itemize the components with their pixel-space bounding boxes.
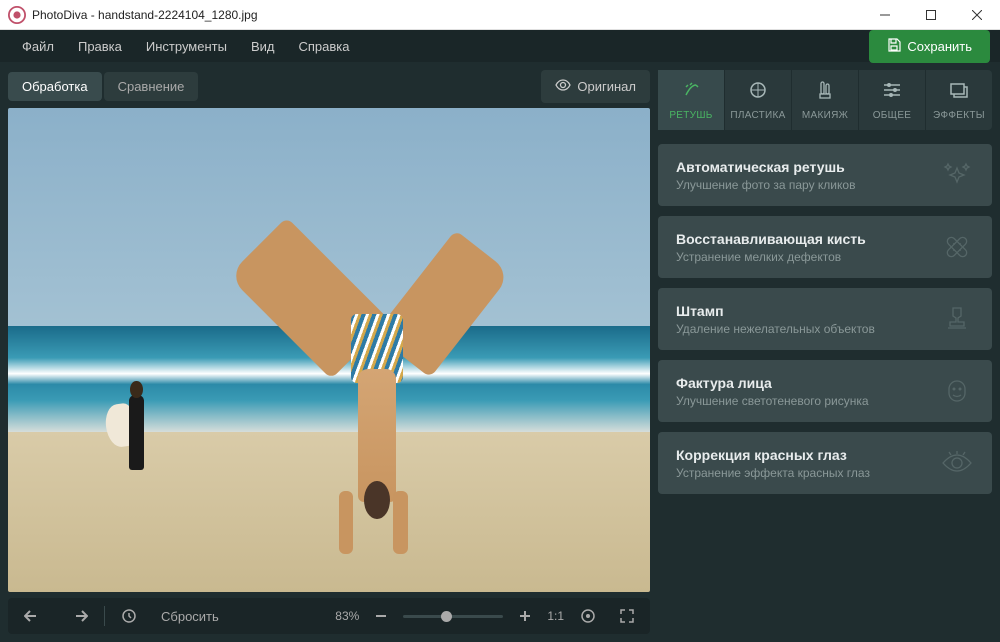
card-stamp-sub: Удаление нежелательных объектов bbox=[676, 322, 940, 336]
menu-bar: Файл Правка Инструменты Вид Справка Сохр… bbox=[0, 30, 1000, 62]
eye-icon bbox=[555, 77, 571, 96]
card-red-eye[interactable]: Коррекция красных глаз Устранение эффект… bbox=[658, 432, 992, 494]
tooltab-retouch[interactable]: РЕТУШЬ bbox=[658, 70, 725, 130]
history-button[interactable] bbox=[113, 602, 145, 630]
sliders-icon bbox=[881, 79, 903, 106]
window-title: PhotoDiva - handstand-2224104_1280.jpg bbox=[32, 8, 862, 22]
menu-file[interactable]: Файл bbox=[10, 31, 66, 62]
minimize-button[interactable] bbox=[862, 0, 908, 30]
card-stamp-title: Штамп bbox=[676, 303, 940, 319]
retouch-icon bbox=[680, 79, 702, 106]
tooltab-effects[interactable]: ЭФФЕКТЫ bbox=[926, 70, 992, 130]
makeup-icon bbox=[814, 79, 836, 106]
zoom-slider[interactable] bbox=[403, 615, 503, 618]
plastic-icon bbox=[747, 79, 769, 106]
red-eye-icon bbox=[940, 446, 974, 480]
image-viewport[interactable] bbox=[8, 108, 650, 592]
menu-tools[interactable]: Инструменты bbox=[134, 31, 239, 62]
card-auto-retouch-sub: Улучшение фото за пару кликов bbox=[676, 178, 940, 192]
stamp-icon bbox=[940, 302, 974, 336]
ratio-label[interactable]: 1:1 bbox=[547, 609, 564, 623]
tab-compare[interactable]: Сравнение bbox=[104, 72, 199, 101]
tooltab-retouch-label: РЕТУШЬ bbox=[669, 110, 712, 121]
tooltab-general[interactable]: ОБЩЕЕ bbox=[859, 70, 926, 130]
tooltab-effects-label: ЭФФЕКТЫ bbox=[933, 110, 985, 121]
tooltab-plastic-label: ПЛАСТИКА bbox=[730, 110, 785, 121]
card-healing-brush-sub: Устранение мелких дефектов bbox=[676, 250, 940, 264]
zoom-in-button[interactable] bbox=[511, 604, 539, 628]
card-red-eye-title: Коррекция красных глаз bbox=[676, 447, 940, 463]
maximize-button[interactable] bbox=[908, 0, 954, 30]
redo-button[interactable] bbox=[60, 603, 96, 629]
zoom-slider-handle[interactable] bbox=[441, 611, 452, 622]
zoom-value: 83% bbox=[335, 609, 359, 623]
edited-image bbox=[8, 108, 650, 592]
save-label: Сохранить bbox=[907, 39, 972, 54]
app-logo-icon bbox=[8, 6, 26, 24]
close-button[interactable] bbox=[954, 0, 1000, 30]
menu-edit[interactable]: Правка bbox=[66, 31, 134, 62]
save-button[interactable]: Сохранить bbox=[869, 30, 990, 63]
tooltab-general-label: ОБЩЕЕ bbox=[873, 110, 912, 121]
undo-button[interactable] bbox=[16, 603, 52, 629]
fit-screen-button[interactable] bbox=[572, 602, 604, 630]
card-face-texture[interactable]: Фактура лица Улучшение светотеневого рис… bbox=[658, 360, 992, 422]
card-face-texture-title: Фактура лица bbox=[676, 375, 940, 391]
card-face-texture-sub: Улучшение светотеневого рисунка bbox=[676, 394, 940, 408]
menu-view[interactable]: Вид bbox=[239, 31, 287, 62]
show-original-button[interactable]: Оригинал bbox=[541, 70, 650, 103]
window-controls bbox=[862, 0, 1000, 30]
bottom-toolbar: Сбросить 83% 1:1 bbox=[8, 598, 650, 634]
bandage-icon bbox=[940, 230, 974, 264]
sparkle-icon bbox=[940, 158, 974, 192]
menu-help[interactable]: Справка bbox=[286, 31, 361, 62]
save-icon bbox=[887, 38, 901, 55]
card-auto-retouch[interactable]: Автоматическая ретушь Улучшение фото за … bbox=[658, 144, 992, 206]
tooltab-makeup-label: МАКИЯЖ bbox=[802, 110, 848, 121]
original-label: Оригинал bbox=[577, 79, 636, 94]
tooltab-makeup[interactable]: МАКИЯЖ bbox=[792, 70, 859, 130]
window-titlebar: PhotoDiva - handstand-2224104_1280.jpg bbox=[0, 0, 1000, 30]
card-stamp[interactable]: Штамп Удаление нежелательных объектов bbox=[658, 288, 992, 350]
tool-tabs: РЕТУШЬ ПЛАСТИКА МАКИЯЖ ОБЩЕЕ ЭФФЕКТЫ bbox=[658, 70, 992, 130]
effects-icon bbox=[948, 79, 970, 106]
zoom-out-button[interactable] bbox=[367, 604, 395, 628]
fullscreen-button[interactable] bbox=[612, 603, 642, 629]
tooltab-plastic[interactable]: ПЛАСТИКА bbox=[725, 70, 792, 130]
reset-button[interactable]: Сбросить bbox=[153, 605, 227, 628]
face-icon bbox=[940, 374, 974, 408]
card-red-eye-sub: Устранение эффекта красных глаз bbox=[676, 466, 940, 480]
card-healing-brush[interactable]: Восстанавливающая кисть Устранение мелки… bbox=[658, 216, 992, 278]
card-healing-brush-title: Восстанавливающая кисть bbox=[676, 231, 940, 247]
card-auto-retouch-title: Автоматическая ретушь bbox=[676, 159, 940, 175]
tab-edit[interactable]: Обработка bbox=[8, 72, 102, 101]
